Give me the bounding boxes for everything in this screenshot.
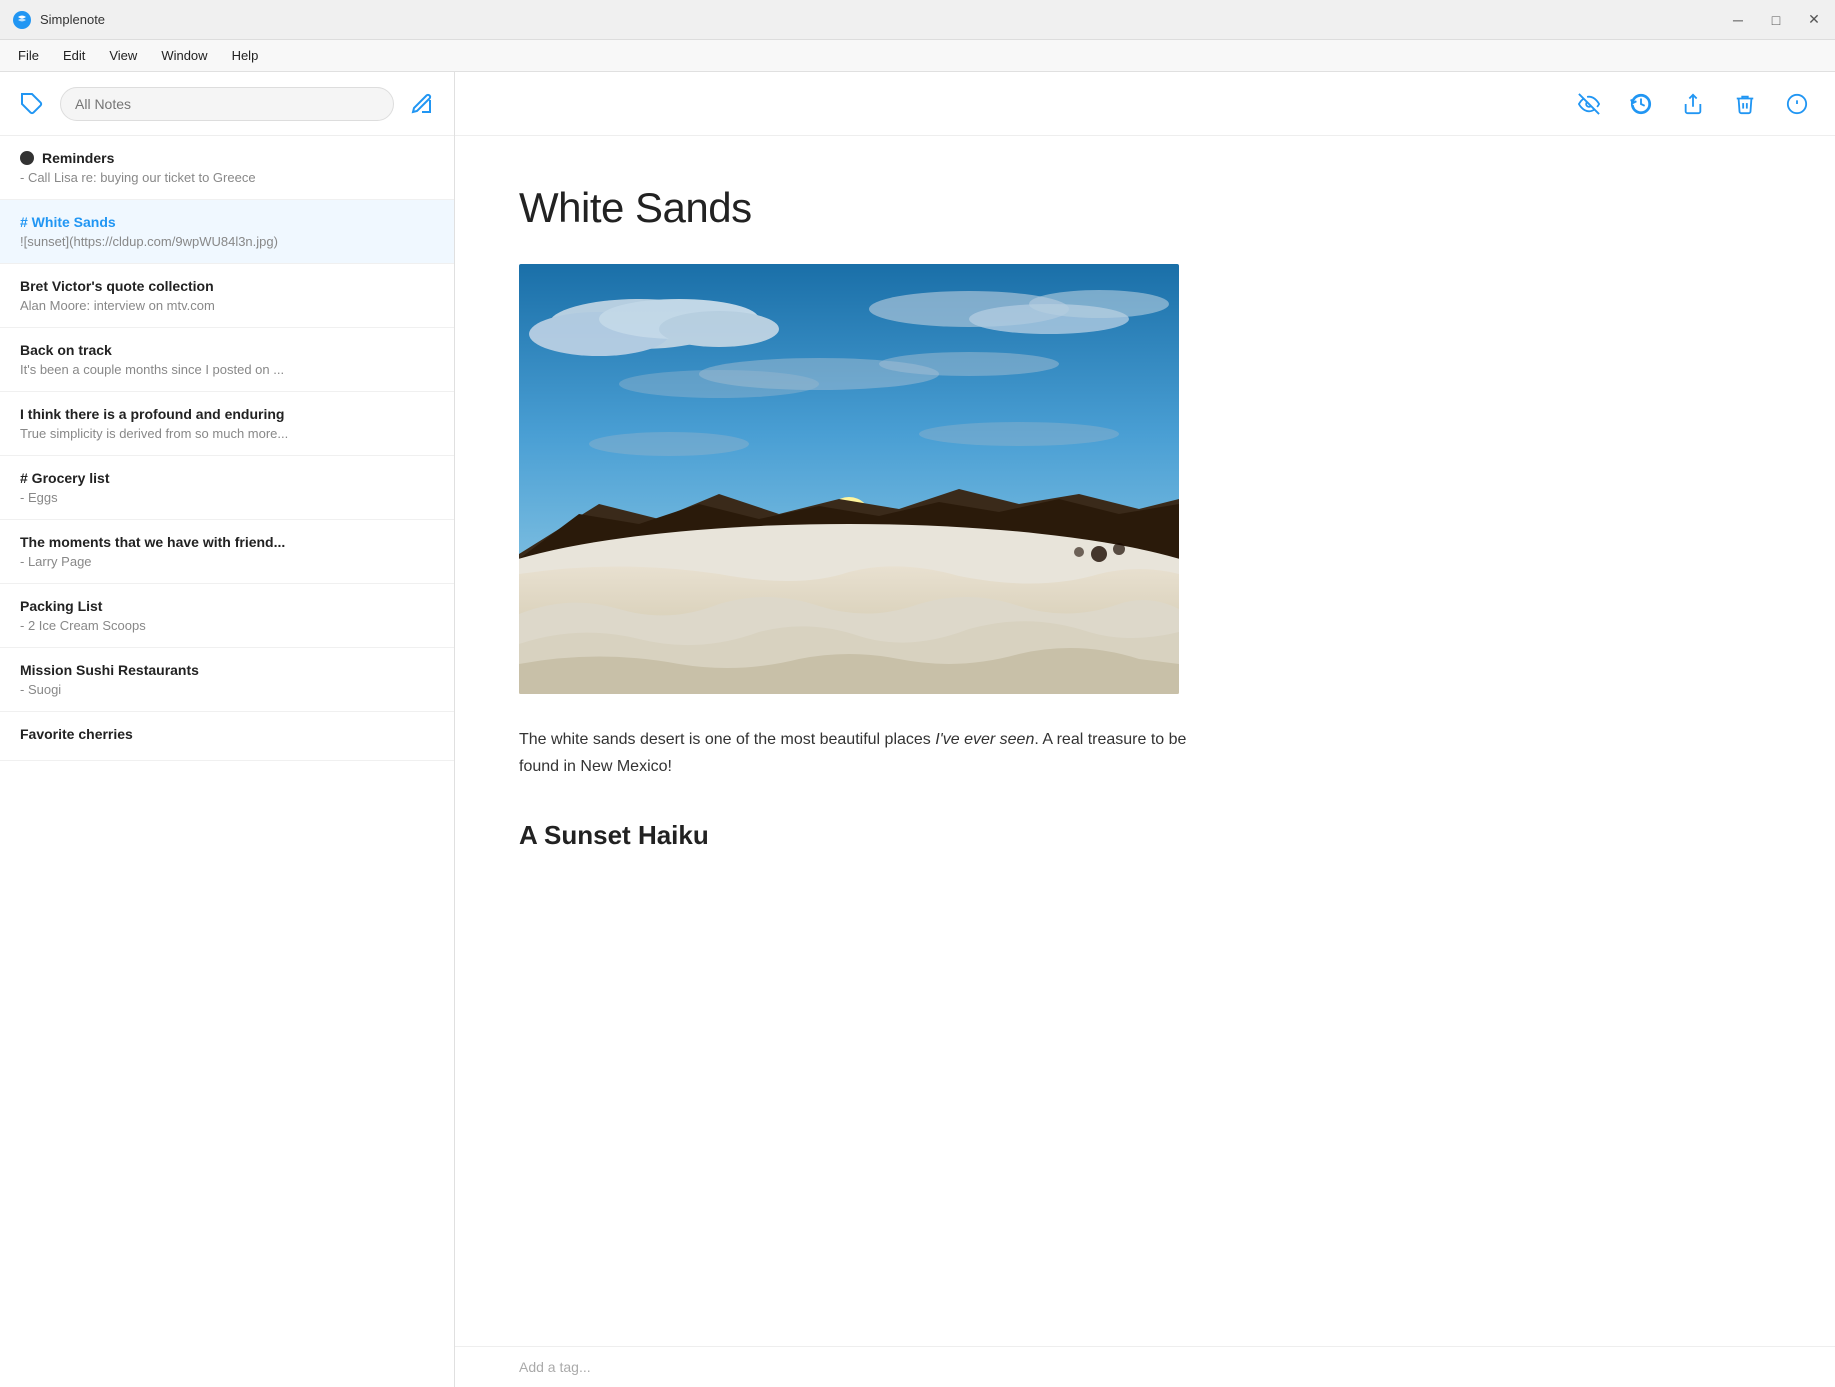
preview-toggle-button[interactable] <box>1575 90 1603 118</box>
delete-button[interactable] <box>1731 90 1759 118</box>
search-input[interactable] <box>60 87 394 121</box>
note-preview-back-on-track: It's been a couple months since I posted… <box>20 362 434 377</box>
note-title-mission-sushi: Mission Sushi Restaurants <box>20 662 434 678</box>
note-preview-white-sands: ![sunset](https://cldup.com/9wpWU84l3n.j… <box>20 234 434 249</box>
menu-view[interactable]: View <box>99 44 147 67</box>
note-item-favorite-cherries[interactable]: Favorite cherries <box>0 712 454 761</box>
note-item-moments[interactable]: The moments that we have with friend... … <box>0 520 454 584</box>
history-button[interactable] <box>1627 90 1655 118</box>
titlebar-left: Simplenote <box>12 10 105 30</box>
note-preview-grocery-list: - Eggs <box>20 490 434 505</box>
note-title-grocery-list: # Grocery list <box>20 470 434 486</box>
sidebar-toolbar <box>0 72 454 136</box>
note-title-bret-victor: Bret Victor's quote collection <box>20 278 434 294</box>
menu-edit[interactable]: Edit <box>53 44 95 67</box>
note-title-white-sands: # White Sands <box>20 214 434 230</box>
reminder-dot-icon <box>20 151 34 165</box>
note-preview-moments: - Larry Page <box>20 554 434 569</box>
note-preview-profound: True simplicity is derived from so much … <box>20 426 434 441</box>
note-preview-reminders: - Call Lisa re: buying our ticket to Gre… <box>20 170 434 185</box>
note-title-reminders: Reminders <box>20 150 434 166</box>
note-item-back-on-track[interactable]: Back on track It's been a couple months … <box>0 328 454 392</box>
main-content: White Sands <box>455 72 1835 1387</box>
maximize-button[interactable]: □ <box>1767 11 1785 29</box>
note-title-favorite-cherries: Favorite cherries <box>20 726 434 742</box>
note-preview-mission-sushi: - Suogi <box>20 682 434 697</box>
note-item-reminders[interactable]: Reminders - Call Lisa re: buying our tic… <box>0 136 454 200</box>
note-item-packing-list[interactable]: Packing List - 2 Ice Cream Scoops <box>0 584 454 648</box>
tags-button[interactable] <box>16 88 48 120</box>
tag-input-area: Add a tag... <box>455 1346 1835 1387</box>
minimize-button[interactable]: ─ <box>1729 11 1747 29</box>
note-item-grocery-list[interactable]: # Grocery list - Eggs <box>0 456 454 520</box>
menubar: File Edit View Window Help <box>0 40 1835 72</box>
app-title: Simplenote <box>40 12 105 27</box>
titlebar: Simplenote ─ □ ✕ <box>0 0 1835 40</box>
menu-help[interactable]: Help <box>222 44 269 67</box>
note-preview-packing-list: - 2 Ice Cream Scoops <box>20 618 434 633</box>
app-layout: Reminders - Call Lisa re: buying our tic… <box>0 72 1835 1387</box>
note-item-mission-sushi[interactable]: Mission Sushi Restaurants - Suogi <box>0 648 454 712</box>
note-title-back-on-track: Back on track <box>20 342 434 358</box>
editor-toolbar <box>455 72 1835 136</box>
note-item-bret-victor[interactable]: Bret Victor's quote collection Alan Moor… <box>0 264 454 328</box>
info-button[interactable] <box>1783 90 1811 118</box>
editor-content[interactable]: White Sands <box>455 136 1835 1346</box>
menu-window[interactable]: Window <box>151 44 217 67</box>
share-button[interactable] <box>1679 90 1707 118</box>
notes-list: Reminders - Call Lisa re: buying our tic… <box>0 136 454 1387</box>
note-body-text: The white sands desert is one of the mos… <box>519 726 1199 780</box>
tag-placeholder[interactable]: Add a tag... <box>519 1359 591 1375</box>
window-controls: ─ □ ✕ <box>1729 11 1823 29</box>
note-item-profound[interactable]: I think there is a profound and enduring… <box>0 392 454 456</box>
sidebar: Reminders - Call Lisa re: buying our tic… <box>0 72 455 1387</box>
note-title-moments: The moments that we have with friend... <box>20 534 434 550</box>
note-item-white-sands[interactable]: # White Sands ![sunset](https://cldup.co… <box>0 200 454 264</box>
app-logo <box>12 10 32 30</box>
note-title-heading: White Sands <box>519 184 1771 232</box>
close-button[interactable]: ✕ <box>1805 11 1823 29</box>
note-image <box>519 264 1179 694</box>
new-note-button[interactable] <box>406 88 438 120</box>
note-title-packing-list: Packing List <box>20 598 434 614</box>
note-preview-bret-victor: Alan Moore: interview on mtv.com <box>20 298 434 313</box>
note-title-profound: I think there is a profound and enduring <box>20 406 434 422</box>
menu-file[interactable]: File <box>8 44 49 67</box>
note-subheading: A Sunset Haiku <box>519 820 1771 851</box>
